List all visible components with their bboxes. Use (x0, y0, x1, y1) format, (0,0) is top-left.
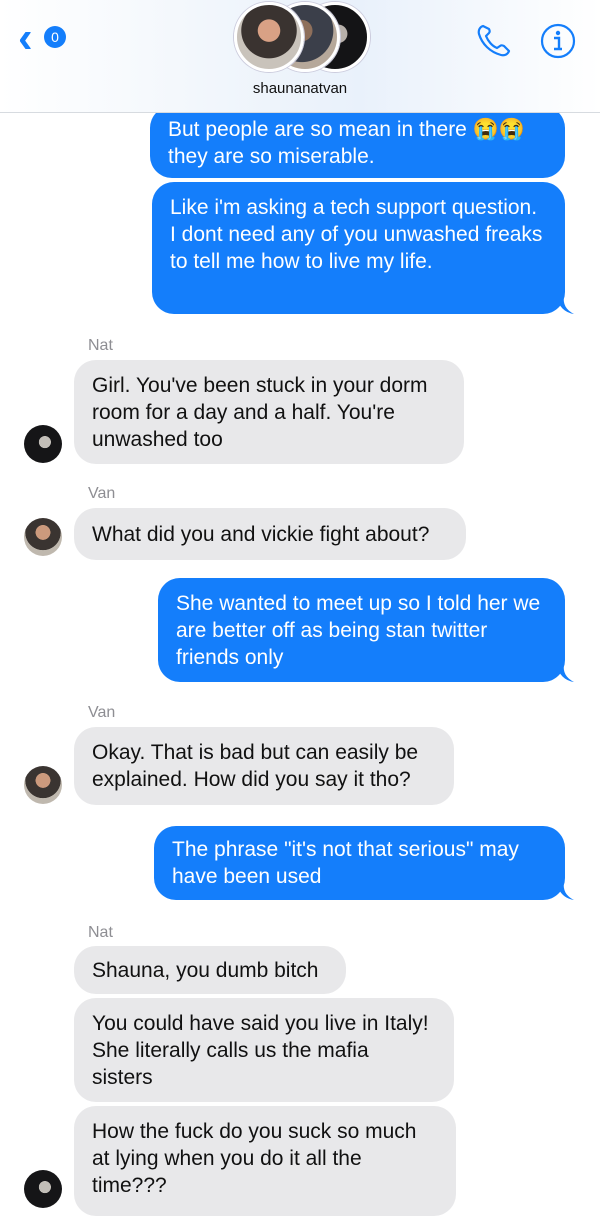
nat-avatar[interactable] (24, 425, 62, 463)
bubble-tail (556, 296, 574, 314)
phone-icon[interactable] (474, 22, 514, 58)
incoming-message[interactable]: Okay. That is bad but can easily be expl… (74, 727, 454, 805)
incoming-message[interactable]: What did you and vickie fight about? (74, 508, 466, 560)
message-text: Like i'm asking a tech support question.… (170, 196, 543, 273)
message-text: She wanted to meet up so I told her we a… (176, 592, 541, 669)
van-avatar[interactable] (24, 766, 62, 804)
message-text: The phrase "it's not that serious" may h… (172, 838, 519, 888)
sender-name: Van (88, 704, 116, 721)
group-avatars[interactable] (232, 0, 372, 72)
back-button[interactable]: ‹ 0 (18, 13, 78, 62)
sender-name: Van (88, 485, 116, 502)
chevron-left-icon: ‹ (18, 13, 33, 62)
bubble-tail (556, 882, 574, 900)
message-text: Shauna, you dumb bitch (92, 959, 319, 982)
message-text: But people are so mean in there 😭😭 they … (168, 118, 525, 168)
bubble-tail (556, 664, 574, 682)
message-text: Girl. You've been stuck in your dorm roo… (92, 374, 428, 451)
outgoing-message[interactable]: But people are so mean in there 😭😭 they … (150, 106, 565, 178)
outgoing-message[interactable]: The phrase "it's not that serious" may h… (154, 826, 565, 900)
message-text: How the fuck do you suck so much at lyin… (92, 1120, 417, 1197)
sender-name: Nat (88, 924, 113, 941)
incoming-message[interactable]: Shauna, you dumb bitch (74, 946, 346, 994)
chat-title[interactable]: shaunanatvan (0, 80, 600, 97)
outgoing-message[interactable]: Like i'm asking a tech support question.… (152, 182, 565, 314)
info-icon[interactable] (538, 22, 578, 62)
message-text: What did you and vickie fight about? (92, 523, 430, 546)
outgoing-message[interactable]: She wanted to meet up so I told her we a… (158, 578, 565, 682)
message-text: Okay. That is bad but can easily be expl… (92, 741, 419, 791)
incoming-message[interactable]: You could have said you live in Italy! S… (74, 998, 454, 1102)
conversation-header: ‹ 0 shaunanatvan (0, 0, 600, 113)
sender-name: Nat (88, 337, 113, 354)
message-text: You could have said you live in Italy! S… (92, 1012, 429, 1089)
incoming-message[interactable]: Girl. You've been stuck in your dorm roo… (74, 360, 464, 464)
van-avatar[interactable] (24, 518, 62, 556)
avatar (234, 2, 304, 72)
nat-avatar[interactable] (24, 1170, 62, 1208)
unread-badge: 0 (44, 26, 66, 48)
message-thread: But people are so mean in there 😭😭 they … (0, 0, 600, 1216)
